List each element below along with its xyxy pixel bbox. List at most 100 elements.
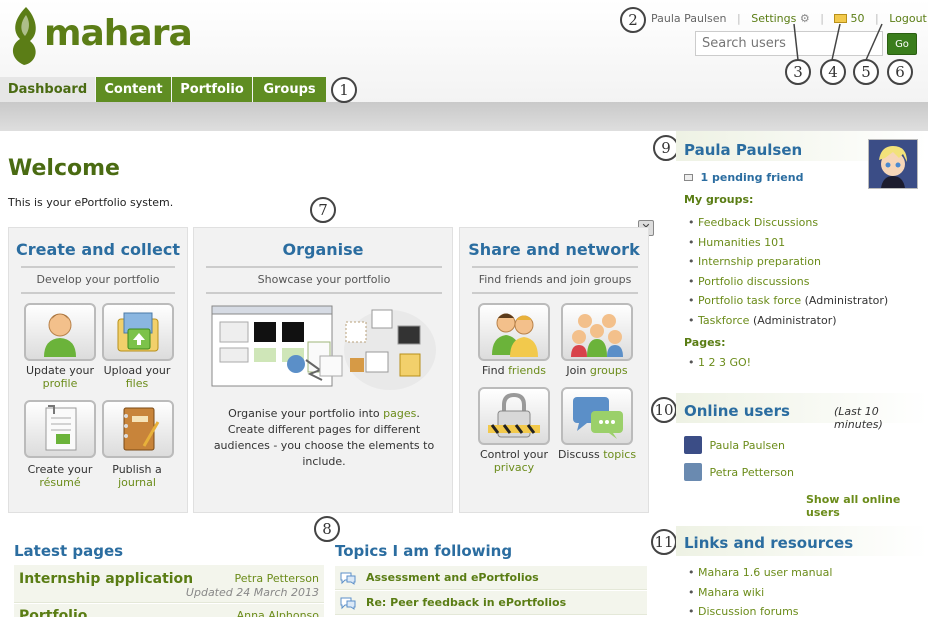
page-owner[interactable]: Petra Petterson bbox=[235, 572, 319, 585]
profile-name[interactable]: Paula Paulsen bbox=[684, 141, 802, 159]
envelope-icon bbox=[684, 174, 693, 181]
resource-link[interactable]: Discussion forums bbox=[698, 605, 799, 617]
topic-row[interactable]: Re: Peer feedback in ePortfolios bbox=[335, 591, 647, 615]
welcome-title: Welcome bbox=[8, 156, 120, 181]
show-all-online-users-link[interactable]: Show all online users bbox=[806, 493, 928, 519]
online-user-row[interactable]: Paula Paulsen bbox=[684, 436, 785, 454]
mahara-logo[interactable]: mahara bbox=[6, 5, 193, 65]
tile-text: Upload your bbox=[103, 364, 171, 377]
tab-portfolio[interactable]: Portfolio bbox=[172, 77, 252, 102]
speech-bubble-icon bbox=[340, 572, 356, 585]
panel-title: Create and collect bbox=[16, 240, 180, 259]
group-item: Portfolio task force (Administrator) bbox=[684, 291, 924, 311]
tab-groups[interactable]: Groups bbox=[253, 77, 326, 102]
discuss-topics-tile[interactable] bbox=[561, 387, 633, 445]
journal-link[interactable]: journal bbox=[118, 476, 156, 489]
page-name[interactable]: Portfolio bbox=[19, 608, 87, 617]
create-resume-tile[interactable] bbox=[24, 400, 96, 458]
callout-7: 7 bbox=[310, 197, 336, 223]
group-link[interactable]: Portfolio discussions bbox=[698, 275, 810, 288]
group-role: (Administrator) bbox=[749, 313, 837, 327]
page-link[interactable]: 1 2 3 GO! bbox=[698, 356, 751, 369]
discuss-topics-label: Discuss topics bbox=[547, 448, 647, 461]
latest-page-row[interactable]: Portfolio Anna Alphonso bbox=[14, 604, 324, 617]
callout-8: 8 bbox=[314, 516, 340, 542]
links-list: Mahara 1.6 user manual Mahara wiki Discu… bbox=[684, 563, 924, 617]
callout-1: 1 bbox=[331, 77, 357, 103]
tab-dashboard[interactable]: Dashboard bbox=[0, 77, 95, 102]
resume-link[interactable]: résumé bbox=[39, 476, 80, 489]
tab-content[interactable]: Content bbox=[96, 77, 171, 102]
friends-icon bbox=[492, 313, 538, 357]
callout-2: 2 bbox=[620, 7, 646, 33]
group-item: Portfolio discussions bbox=[684, 272, 924, 292]
current-user-name: Paula Paulsen bbox=[651, 12, 727, 25]
profile-link[interactable]: profile bbox=[43, 377, 78, 390]
separator: | bbox=[737, 12, 741, 25]
update-profile-tile[interactable] bbox=[24, 303, 96, 361]
page-owner[interactable]: Anna Alphonso bbox=[237, 609, 319, 617]
group-link[interactable]: Internship preparation bbox=[698, 255, 821, 268]
organise-description: Organise your portfolio into pages. Crea… bbox=[210, 406, 438, 470]
group-item: Feedback Discussions bbox=[684, 213, 924, 233]
privacy-link[interactable]: privacy bbox=[494, 461, 534, 474]
panel-title: Organise bbox=[282, 240, 364, 259]
avatar-image bbox=[869, 140, 917, 188]
resource-link[interactable]: Mahara wiki bbox=[698, 586, 764, 599]
group-link[interactable]: Humanities 101 bbox=[698, 236, 785, 249]
callout-11: 11 bbox=[651, 529, 677, 555]
group-role: (Administrator) bbox=[801, 294, 889, 308]
user-avatar-icon bbox=[684, 436, 702, 454]
mahara-logo-icon bbox=[12, 7, 36, 65]
topic-name[interactable]: Re: Peer feedback in ePortfolios bbox=[366, 596, 566, 609]
upload-files-tile[interactable] bbox=[102, 303, 174, 361]
avatar[interactable] bbox=[868, 139, 918, 189]
organise-pages-illustration[interactable] bbox=[210, 300, 438, 390]
pending-friend-link[interactable]: 1 pending friend bbox=[701, 171, 804, 184]
page-name[interactable]: Internship application bbox=[19, 571, 193, 587]
panel-subtitle: Develop your portfolio bbox=[21, 266, 175, 294]
online-user-link[interactable]: Paula Paulsen bbox=[710, 439, 786, 452]
latest-page-row[interactable]: Internship application Petra Petterson U… bbox=[14, 565, 324, 603]
files-link[interactable]: files bbox=[126, 377, 148, 390]
pending-friends[interactable]: 1 pending friend bbox=[684, 171, 803, 184]
tile-text: Control your bbox=[480, 448, 548, 461]
group-link[interactable]: Feedback Discussions bbox=[698, 216, 818, 229]
online-user-row[interactable]: Petra Petterson bbox=[684, 463, 794, 481]
panel-share-network: Share and network Find friends and join … bbox=[459, 227, 649, 513]
topics-link[interactable]: topics bbox=[603, 448, 636, 461]
link-item: Mahara wiki bbox=[684, 583, 924, 603]
panel-subtitle: Find friends and join groups bbox=[472, 266, 638, 294]
journal-icon bbox=[123, 407, 160, 451]
join-groups-tile[interactable] bbox=[561, 303, 633, 361]
tile-text: Publish a bbox=[112, 463, 162, 476]
group-item: Taskforce (Administrator) bbox=[684, 311, 924, 331]
topic-name[interactable]: Assessment and ePortfolios bbox=[366, 571, 539, 584]
upload-files-label: Upload your files bbox=[87, 364, 187, 390]
mahara-logo-text: mahara bbox=[44, 13, 193, 54]
group-link[interactable]: Portfolio task force bbox=[698, 294, 801, 307]
page-updated: Updated 24 March 2013 bbox=[185, 586, 319, 599]
group-link[interactable]: Taskforce bbox=[698, 314, 749, 327]
group-item: Internship preparation bbox=[684, 252, 924, 272]
tile-text: Update your bbox=[25, 364, 95, 377]
control-privacy-tile[interactable] bbox=[478, 387, 550, 445]
pages-link[interactable]: pages bbox=[383, 407, 416, 420]
friends-link[interactable]: friends bbox=[508, 364, 546, 377]
callout-10: 10 bbox=[651, 397, 677, 423]
online-user-link[interactable]: Petra Petterson bbox=[710, 466, 794, 479]
resource-link[interactable]: Mahara 1.6 user manual bbox=[698, 566, 832, 579]
publish-journal-tile[interactable] bbox=[102, 400, 174, 458]
tile-text: Discuss bbox=[557, 448, 600, 461]
speech-bubble-icon bbox=[340, 597, 356, 610]
topic-row[interactable]: Assessment and ePortfolios bbox=[335, 566, 647, 590]
find-friends-tile[interactable] bbox=[478, 303, 550, 361]
subnav-bar bbox=[0, 102, 928, 131]
tile-text: Find bbox=[482, 364, 505, 377]
group-item: Humanities 101 bbox=[684, 233, 924, 253]
organise-text: Organise your portfolio into bbox=[228, 407, 384, 420]
groups-link[interactable]: groups bbox=[590, 364, 628, 377]
topics-following-title: Topics I am following bbox=[335, 542, 513, 560]
pages-list: 1 2 3 GO! bbox=[684, 356, 924, 369]
panel-create-collect: Create and collect Develop your portfoli… bbox=[8, 227, 188, 513]
